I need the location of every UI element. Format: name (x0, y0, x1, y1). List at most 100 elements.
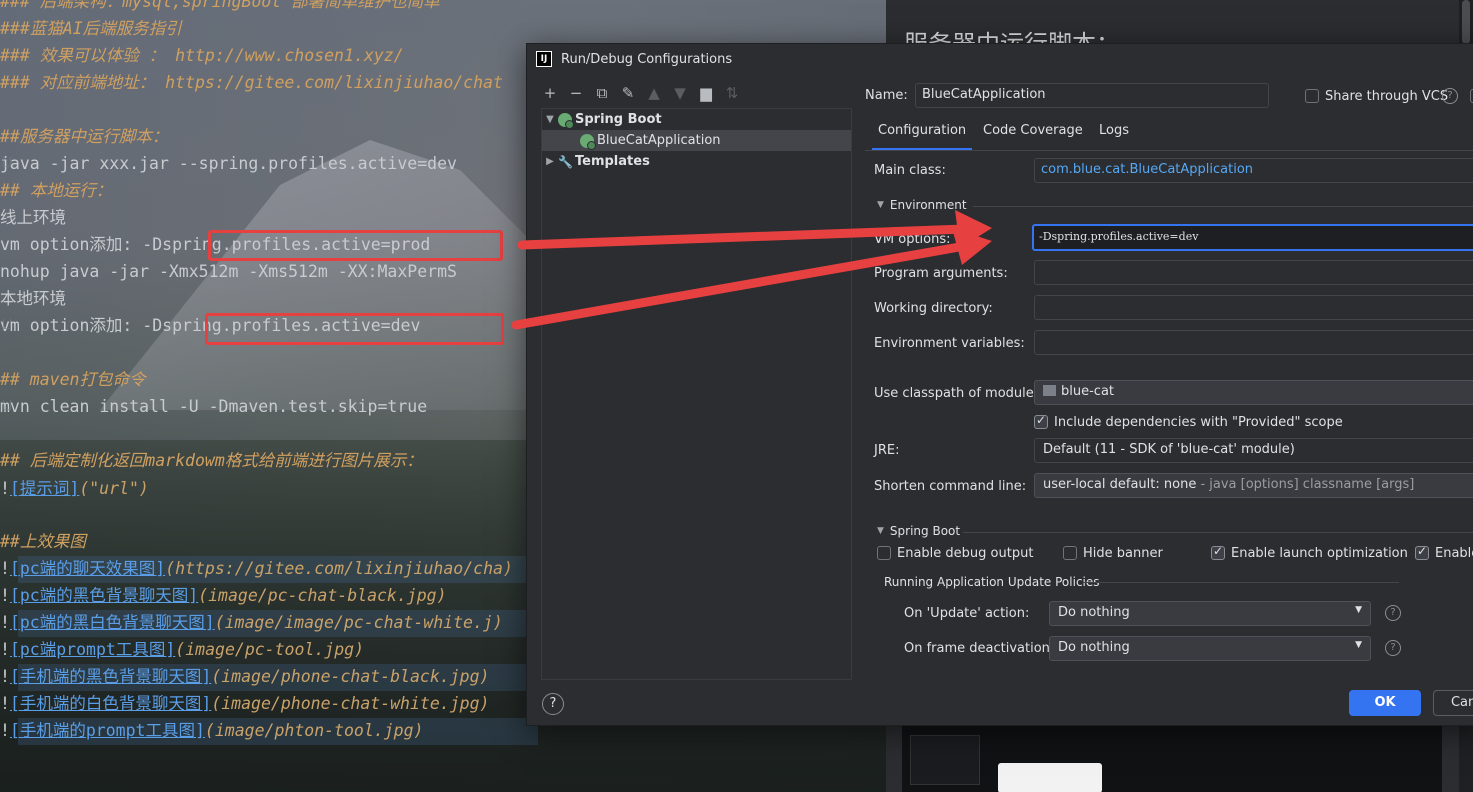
chevron-down-icon: ▼ (1355, 605, 1362, 615)
section-divider (963, 532, 1473, 533)
collapse-arrow-icon[interactable]: ▶ (542, 156, 558, 167)
include-deps-checkbox[interactable] (1034, 413, 1048, 429)
dialog-title: Run/Debug Configurations (561, 51, 733, 67)
markdown-link[interactable]: [手机端的黑色背景聊天图] (10, 667, 211, 686)
cancel-button[interactable]: Cancel (1433, 690, 1473, 716)
update-policies-label: Running Application Update Policies (884, 575, 1100, 589)
markdown-link[interactable]: [pc端的黑色背景聊天图] (10, 586, 198, 605)
classpath-select[interactable]: blue-cat (1034, 380, 1473, 405)
code-line: ### 后端架构：mysql,springBoot 部署简单维护也简单 (0, 0, 440, 11)
name-label: Name: (865, 88, 908, 103)
link-target: (image/pc-tool.jpg) (175, 640, 365, 659)
tab-code-coverage[interactable]: Code Coverage (983, 123, 1083, 151)
markdown-link[interactable]: [pc端的黑白色背景聊天图] (10, 613, 215, 632)
jre-select[interactable]: Default (11 - SDK of 'blue-cat' module) (1034, 438, 1473, 463)
markdown-link[interactable]: [提示词] (10, 479, 79, 498)
section-collapse-icon: ▼ (877, 526, 884, 536)
remove-icon[interactable]: − (567, 84, 585, 102)
spring-boot-icon (558, 112, 574, 129)
sort-icon[interactable]: ⇅ (723, 84, 741, 102)
wrench-icon: 🔧 (558, 154, 573, 169)
program-args-input[interactable] (1034, 260, 1473, 285)
preview-card (998, 763, 1102, 792)
tree-item-spring-boot[interactable]: ▼ Spring Boot (542, 109, 851, 130)
share-vcs-checkbox[interactable] (1305, 89, 1319, 103)
code-line: ##上效果图 (0, 532, 86, 551)
link-target: (image/phone-chat-black.jpg) (211, 667, 490, 686)
hide-banner-checkbox[interactable] (1063, 546, 1077, 560)
env-vars-input[interactable] (1034, 330, 1473, 355)
tree-item-label: Spring Boot (575, 112, 662, 127)
enable-launch-label: Enable launch optimization (1231, 546, 1408, 561)
scrollbar-thumb[interactable] (1462, 0, 1470, 44)
enable-launch-checkbox[interactable] (1211, 544, 1225, 560)
main-class-input[interactable]: com.blue.cat.BlueCatApplication (1034, 158, 1473, 183)
code-line: ##服务器中运行脚本： (0, 127, 169, 146)
copy-icon[interactable]: ⧉ (593, 84, 611, 102)
code-line: ### 对应前端地址： https://gitee.com/lixinjiuha… (0, 73, 503, 92)
add-icon[interactable]: + (541, 84, 559, 102)
help-button[interactable]: ? (542, 693, 564, 715)
code-line: mvn clean install -U -Dmaven.test.skip=t… (0, 397, 428, 416)
tab-configuration[interactable]: Configuration (871, 123, 973, 151)
code-line: ## maven打包命令 (0, 370, 146, 389)
on-frame-select[interactable]: Do nothing ▼ (1049, 636, 1371, 661)
link-target: (image/phton-tool.jpg) (204, 721, 424, 740)
move-up-icon[interactable]: ▲ (645, 84, 663, 102)
config-tree: ▼ Spring Boot BlueCatApplication ▶ 🔧 Tem… (541, 108, 852, 680)
working-dir-label: Working directory: (874, 301, 993, 316)
markdown-link[interactable]: [手机端的白色背景聊天图] (10, 694, 211, 713)
fold-marker[interactable] (3, 319, 11, 329)
spring-boot-section[interactable]: ▼ Spring Boot (877, 524, 960, 538)
enable-jmx-label: Enable (1435, 546, 1473, 561)
new-folder-icon[interactable]: ▆ (697, 84, 715, 102)
env-vars-label: Environment variables: (874, 336, 1025, 351)
tabs-divider (865, 150, 1473, 151)
main-class-label: Main class: (874, 163, 946, 178)
run-debug-dialog: IJ Run/Debug Configurations + − ⧉ ✎ ▲ ▼ … (526, 43, 1473, 726)
enable-jmx-checkbox[interactable] (1415, 544, 1429, 560)
move-down-icon[interactable]: ▼ (671, 84, 689, 102)
tree-item-templates[interactable]: ▶ 🔧 Templates (542, 151, 851, 172)
vm-options-label: VM options: (874, 232, 951, 247)
chevron-down-icon: ▼ (1355, 640, 1362, 650)
code-line: ## 本地运行： (0, 181, 113, 200)
jre-label: JRE: (874, 443, 900, 458)
markdown-link[interactable]: [pc端的聊天效果图] (10, 559, 165, 578)
shorten-cmd-select[interactable]: user-local default: none - java [options… (1034, 473, 1473, 498)
code-line: 本地环境 (0, 289, 66, 308)
vm-options-input[interactable]: -Dspring.profiles.active=dev (1032, 224, 1473, 251)
section-divider (973, 206, 1473, 207)
wrench-icon[interactable]: ✎ (619, 84, 637, 102)
preview-sidebar (910, 735, 980, 785)
link-target: (image/image/pc-chat-white.j) (214, 613, 503, 632)
code-line: java -jar xxx.jar --spring.profiles.acti… (0, 154, 457, 173)
preview-screenshot (902, 720, 1442, 792)
fold-marker[interactable] (3, 400, 11, 410)
help-hint-icon[interactable]: ? (1385, 605, 1401, 621)
name-input[interactable]: BlueCatApplication (915, 83, 1269, 108)
markdown-link[interactable]: [手机端的prompt工具图] (10, 721, 205, 740)
fold-marker[interactable] (3, 157, 11, 167)
on-update-select[interactable]: Do nothing ▼ (1049, 601, 1371, 626)
help-hint-icon[interactable]: ? (1385, 640, 1401, 656)
tree-item-bluecat-app[interactable]: BlueCatApplication (542, 130, 851, 151)
tab-logs[interactable]: Logs (1099, 123, 1129, 151)
code-line: 线上环境 (0, 208, 66, 227)
dialog-titlebar[interactable]: IJ Run/Debug Configurations (527, 44, 1473, 74)
environment-section[interactable]: ▼ Environment (877, 198, 967, 212)
include-deps-label: Include dependencies with "Provided" sco… (1054, 415, 1343, 430)
intellij-logo-icon: IJ (536, 51, 552, 67)
annotation-box-dev (205, 313, 504, 345)
share-vcs-label: Share through VCS (1325, 89, 1449, 104)
code-line: ### 效果可以体验 ： http://www.chosen1.xyz/ (0, 46, 404, 65)
tree-item-label: BlueCatApplication (597, 133, 721, 148)
tree-item-label: Templates (575, 154, 650, 169)
working-dir-input[interactable] (1034, 295, 1473, 320)
markdown-link[interactable]: [pc端prompt工具图] (10, 640, 175, 659)
expand-arrow-icon[interactable]: ▼ (542, 114, 558, 125)
enable-debug-checkbox[interactable] (877, 546, 891, 560)
help-hint-icon[interactable]: ? (1442, 88, 1458, 104)
link-target: (image/pc-chat-black.jpg) (198, 586, 447, 605)
ok-button[interactable]: OK (1349, 690, 1421, 716)
